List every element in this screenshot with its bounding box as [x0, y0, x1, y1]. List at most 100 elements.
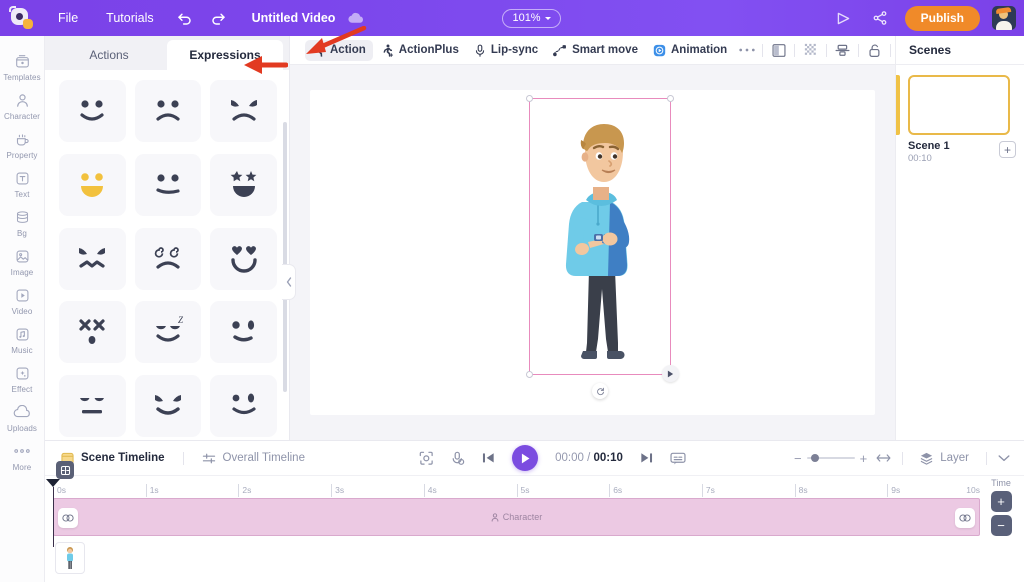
project-title[interactable]: Untitled Video [236, 0, 344, 36]
stage-button-action[interactable]: Action [305, 39, 373, 61]
scene-thumbnail-preview[interactable] [908, 75, 1010, 135]
skip-next-icon[interactable] [640, 452, 653, 464]
smart-move-icon [553, 44, 567, 56]
rail-item-text[interactable]: Text [0, 163, 45, 202]
expression-neutral-closed[interactable] [59, 375, 126, 438]
character-layer-thumbnail[interactable] [55, 542, 85, 574]
character-track[interactable]: Character [53, 498, 980, 536]
flip-icon[interactable] [767, 39, 790, 61]
decrease-time-button[interactable]: − [990, 515, 1012, 536]
canvas-page[interactable] [310, 90, 875, 415]
rail-label: Text [14, 190, 30, 199]
library-scrollbar[interactable] [283, 122, 287, 392]
expression-wink-smile[interactable] [210, 375, 277, 438]
total-time: 00:10 [593, 452, 623, 464]
play-button[interactable] [512, 445, 539, 471]
tab-expressions[interactable]: Expressions [167, 40, 283, 70]
timeline-zoom-slider[interactable]: − + [794, 451, 867, 466]
playhead-marker[interactable] [46, 479, 60, 487]
rail-label: Effect [11, 385, 33, 394]
playback-controls: 00:00 / 00:10 [419, 445, 686, 471]
rail-item-bg[interactable]: Bg [0, 202, 45, 241]
rail-item-image[interactable]: Image [0, 241, 45, 280]
expression-evil-grin[interactable] [134, 375, 202, 438]
collapse-panel-button[interactable] [282, 264, 296, 300]
menu-file[interactable]: File [44, 0, 92, 36]
more-options-icon[interactable] [735, 39, 758, 61]
selection-box[interactable] [526, 95, 679, 399]
cloud-save-icon[interactable] [343, 0, 369, 36]
expression-furious[interactable] [59, 227, 126, 290]
preview-play-icon[interactable] [827, 0, 861, 36]
rail-label: Image [10, 268, 34, 277]
expression-dead[interactable] [59, 301, 126, 364]
focus-icon[interactable] [419, 451, 434, 466]
expression-sad[interactable] [134, 80, 202, 142]
publish-button[interactable]: Publish [904, 5, 980, 31]
expression-happy-yellow[interactable] [59, 153, 126, 216]
layer-button[interactable]: Layer [914, 452, 975, 465]
toolbar-divider [858, 43, 860, 57]
character-illustration[interactable] [530, 99, 672, 376]
share-icon[interactable] [863, 0, 897, 36]
rail-item-effect[interactable]: Effect [0, 358, 45, 397]
rotate-handle[interactable] [592, 383, 608, 399]
library-tabs: Actions Expressions [45, 36, 289, 70]
scene-list-item[interactable]: Scene 1 00:10 + [896, 65, 1024, 164]
zoom-out-label[interactable]: − [794, 451, 802, 466]
zoom-in-label[interactable]: + [860, 451, 868, 466]
track-handle-left[interactable] [58, 508, 78, 528]
timeline-ruler[interactable]: 0s 1s 2s 3s 4s 5s 6s 7s 8s 9s 10s [45, 461, 1024, 547]
transparency-icon[interactable] [799, 39, 822, 61]
expression-smile[interactable] [59, 80, 126, 142]
align-icon[interactable] [831, 39, 854, 61]
user-avatar[interactable] [991, 6, 1016, 30]
expression-sleepy[interactable]: Z [134, 301, 202, 364]
rail-item-templates[interactable]: Templates [0, 46, 45, 85]
redo-icon[interactable] [202, 0, 236, 36]
expression-wink[interactable] [210, 301, 277, 364]
subtitle-icon[interactable] [670, 452, 686, 465]
expression-confused[interactable] [134, 153, 202, 216]
timeline-right-controls: − + Layer [794, 451, 1014, 466]
rail-item-more[interactable]: More [0, 436, 45, 475]
ruler-tick: 9s [887, 484, 900, 497]
undo-icon[interactable] [168, 0, 202, 36]
timeline-lock-icon[interactable] [56, 461, 74, 479]
stage-button-smartmove[interactable]: Smart move [546, 40, 645, 61]
ruler-tick: 7s [701, 484, 715, 497]
lock-icon[interactable] [863, 39, 886, 61]
zoom-knob[interactable] [810, 454, 819, 462]
zoom-level-control[interactable]: 101% [502, 8, 561, 28]
rail-item-video[interactable]: Video [0, 280, 45, 319]
record-voice-icon[interactable] [451, 451, 465, 466]
expression-dizzy[interactable] [134, 227, 202, 290]
skip-previous-icon[interactable] [482, 452, 495, 464]
rail-item-property[interactable]: Property [0, 124, 45, 163]
time-column-label: Time [991, 478, 1011, 488]
tab-actions[interactable]: Actions [51, 40, 167, 70]
menu-tutorials[interactable]: Tutorials [92, 0, 167, 36]
toolbar-divider [890, 43, 892, 57]
app-logo[interactable] [0, 0, 44, 36]
expression-angry[interactable] [210, 80, 277, 142]
expression-in-love[interactable] [210, 227, 277, 290]
track-handle-right[interactable] [955, 508, 975, 528]
stage-button-lipsync[interactable]: Lip-sync [467, 40, 545, 61]
add-scene-button[interactable]: + [999, 141, 1016, 158]
ruler-tick: 4s [423, 484, 437, 497]
rail-item-uploads[interactable]: Uploads [0, 397, 45, 436]
fit-width-icon[interactable] [876, 453, 891, 463]
tab-overall-timeline[interactable]: Overall Timeline [196, 452, 311, 465]
rail-item-music[interactable]: Music [0, 319, 45, 358]
increase-time-button[interactable]: + [990, 491, 1012, 512]
stage-button-animation[interactable]: Animation [646, 40, 734, 61]
zoom-track[interactable] [806, 454, 855, 462]
chevron-down-icon[interactable] [998, 454, 1010, 462]
expression-star-struck[interactable] [210, 153, 277, 216]
align-glyph [835, 44, 850, 56]
timeline-panel: Scene Timeline Overall Timeline 00:00 / … [45, 440, 1024, 582]
stage-button-actionplus[interactable]: ActionPlus [374, 40, 466, 61]
rail-item-character[interactable]: Character [0, 85, 45, 124]
time-separator: / [587, 452, 591, 464]
